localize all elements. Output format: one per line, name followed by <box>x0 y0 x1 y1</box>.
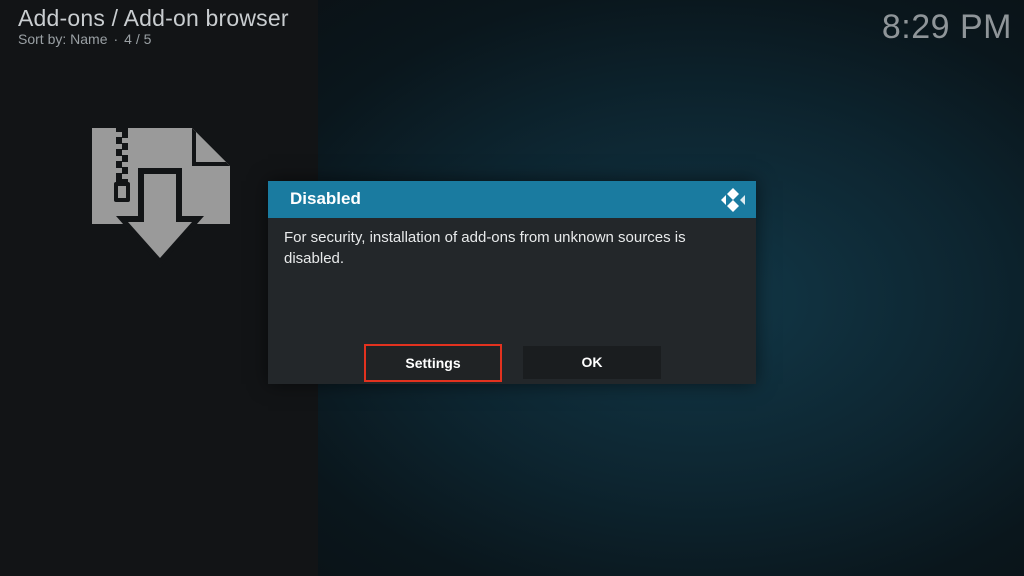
dialog-title: Disabled <box>290 189 361 208</box>
sort-info: Sort by: Name · 4 / 5 <box>18 31 151 47</box>
kodi-screen: Add-ons / Add-on browser Sort by: Name · 4… <box>0 0 1024 576</box>
zip-download-icon <box>92 128 230 266</box>
item-position: 4 / 5 <box>124 31 152 47</box>
dialog-message: For security, installation of add-ons fr… <box>284 229 686 267</box>
separator-dot: · <box>113 31 119 47</box>
kodi-logo-icon <box>721 188 745 212</box>
ok-button[interactable]: OK <box>523 346 661 379</box>
breadcrumb-title: Add-ons / Add-on browser <box>18 5 289 31</box>
settings-button[interactable]: Settings <box>364 344 502 382</box>
clock: 8:29 PM <box>881 8 1012 46</box>
sort-label: Sort by: Name <box>18 31 108 47</box>
disabled-dialog: Disabled For security, installation of a… <box>268 181 756 384</box>
dialog-header: Disabled <box>268 181 756 218</box>
